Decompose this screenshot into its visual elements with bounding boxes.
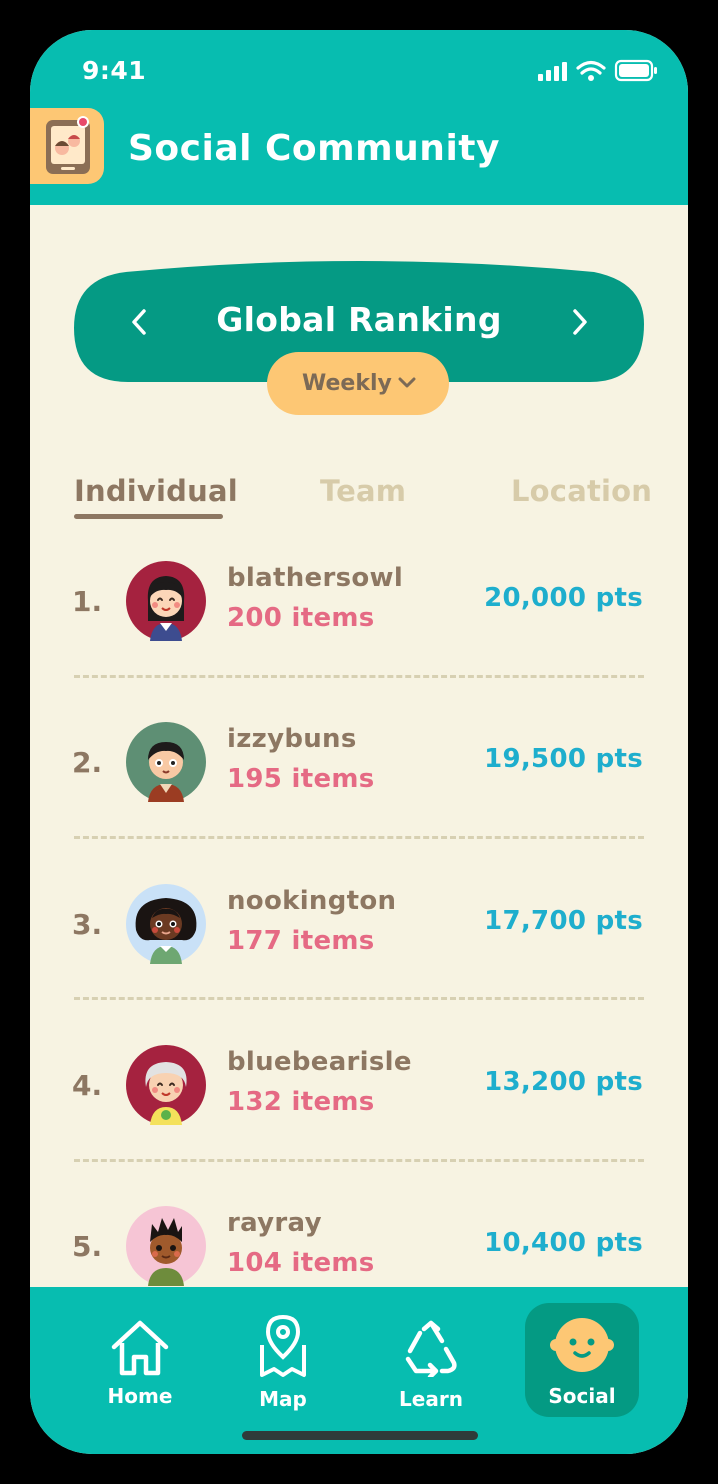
nav-label: Learn (399, 1387, 463, 1411)
user-avatar (126, 561, 206, 641)
points: 20,000 pts (484, 583, 643, 613)
smiley-face-icon (550, 1318, 614, 1372)
items-count: 177 items (227, 926, 375, 956)
items-count: 195 items (227, 764, 375, 794)
nav-map[interactable]: Map (223, 1287, 343, 1417)
row-divider (74, 836, 644, 839)
points: 13,200 pts (484, 1067, 643, 1097)
leaderboard-row[interactable]: 3. nookington 177 items 17,700 pts (30, 884, 688, 1034)
leaderboard-row[interactable]: 2. izzybuns 195 items 19,500 pts (30, 722, 688, 872)
signal-icon (538, 62, 567, 81)
items-count: 104 items (227, 1248, 375, 1278)
status-time: 9:41 (82, 56, 147, 85)
username: bluebearisle (227, 1047, 412, 1077)
points: 17,700 pts (484, 906, 643, 936)
rank-number: 2. (72, 746, 103, 779)
nav-social[interactable]: Social (522, 1287, 642, 1417)
user-avatar (126, 1206, 206, 1286)
rank-number: 1. (72, 585, 103, 618)
rank-number: 3. (72, 908, 103, 941)
leaderboard-row[interactable]: 1. blathersowl 200 items 20,000 pts (30, 561, 688, 711)
chevron-down-icon (398, 377, 416, 388)
username: izzybuns (227, 724, 357, 754)
phone-people-icon (46, 116, 90, 174)
app-logo (30, 108, 104, 184)
battery-icon (614, 59, 657, 82)
user-avatar (126, 884, 206, 964)
nav-label: Social (548, 1384, 616, 1408)
recycle-icon (405, 1320, 457, 1377)
tab-individual[interactable]: Individual (74, 474, 238, 508)
map-pin-icon (260, 1314, 306, 1377)
tab-team[interactable]: Team (320, 474, 406, 508)
points: 19,500 pts (484, 744, 643, 774)
app-header: 9:41 Social Community (30, 30, 688, 205)
nav-label: Map (259, 1387, 307, 1411)
nav-label: Home (107, 1384, 173, 1408)
nav-home[interactable]: Home (80, 1287, 200, 1417)
row-divider (74, 1159, 644, 1162)
phone-frame: 9:41 Social Community Global Ranking Wee… (0, 0, 718, 1484)
page-title: Social Community (128, 128, 500, 169)
row-divider (74, 997, 644, 1000)
home-indicator[interactable] (242, 1431, 478, 1440)
wifi-dot (588, 75, 594, 81)
home-icon (111, 1320, 169, 1376)
items-count: 132 items (227, 1087, 375, 1117)
rank-number: 5. (72, 1230, 103, 1263)
screen: 9:41 Social Community Global Ranking Wee… (30, 30, 688, 1454)
username: blathersowl (227, 563, 404, 593)
user-avatar (126, 1045, 206, 1125)
leaderboard-row[interactable]: 4. bluebearisle 132 items 13,200 pts (30, 1045, 688, 1195)
points: 10,400 pts (484, 1228, 643, 1258)
username: nookington (227, 886, 397, 916)
period-dropdown[interactable]: Weekly (267, 352, 449, 415)
bottom-nav: Home Map Learn Social (30, 1287, 688, 1454)
wifi-icon (576, 60, 606, 75)
items-count: 200 items (227, 603, 375, 633)
username: rayray (227, 1208, 322, 1238)
status-icons (538, 59, 657, 82)
user-avatar (126, 722, 206, 802)
next-arrow-icon[interactable] (561, 304, 597, 340)
nav-learn[interactable]: Learn (371, 1287, 491, 1417)
tab-location[interactable]: Location (511, 474, 652, 508)
row-divider (74, 675, 644, 678)
rank-number: 4. (72, 1069, 103, 1102)
active-tab-indicator (74, 514, 223, 519)
period-label: Weekly (302, 371, 392, 396)
